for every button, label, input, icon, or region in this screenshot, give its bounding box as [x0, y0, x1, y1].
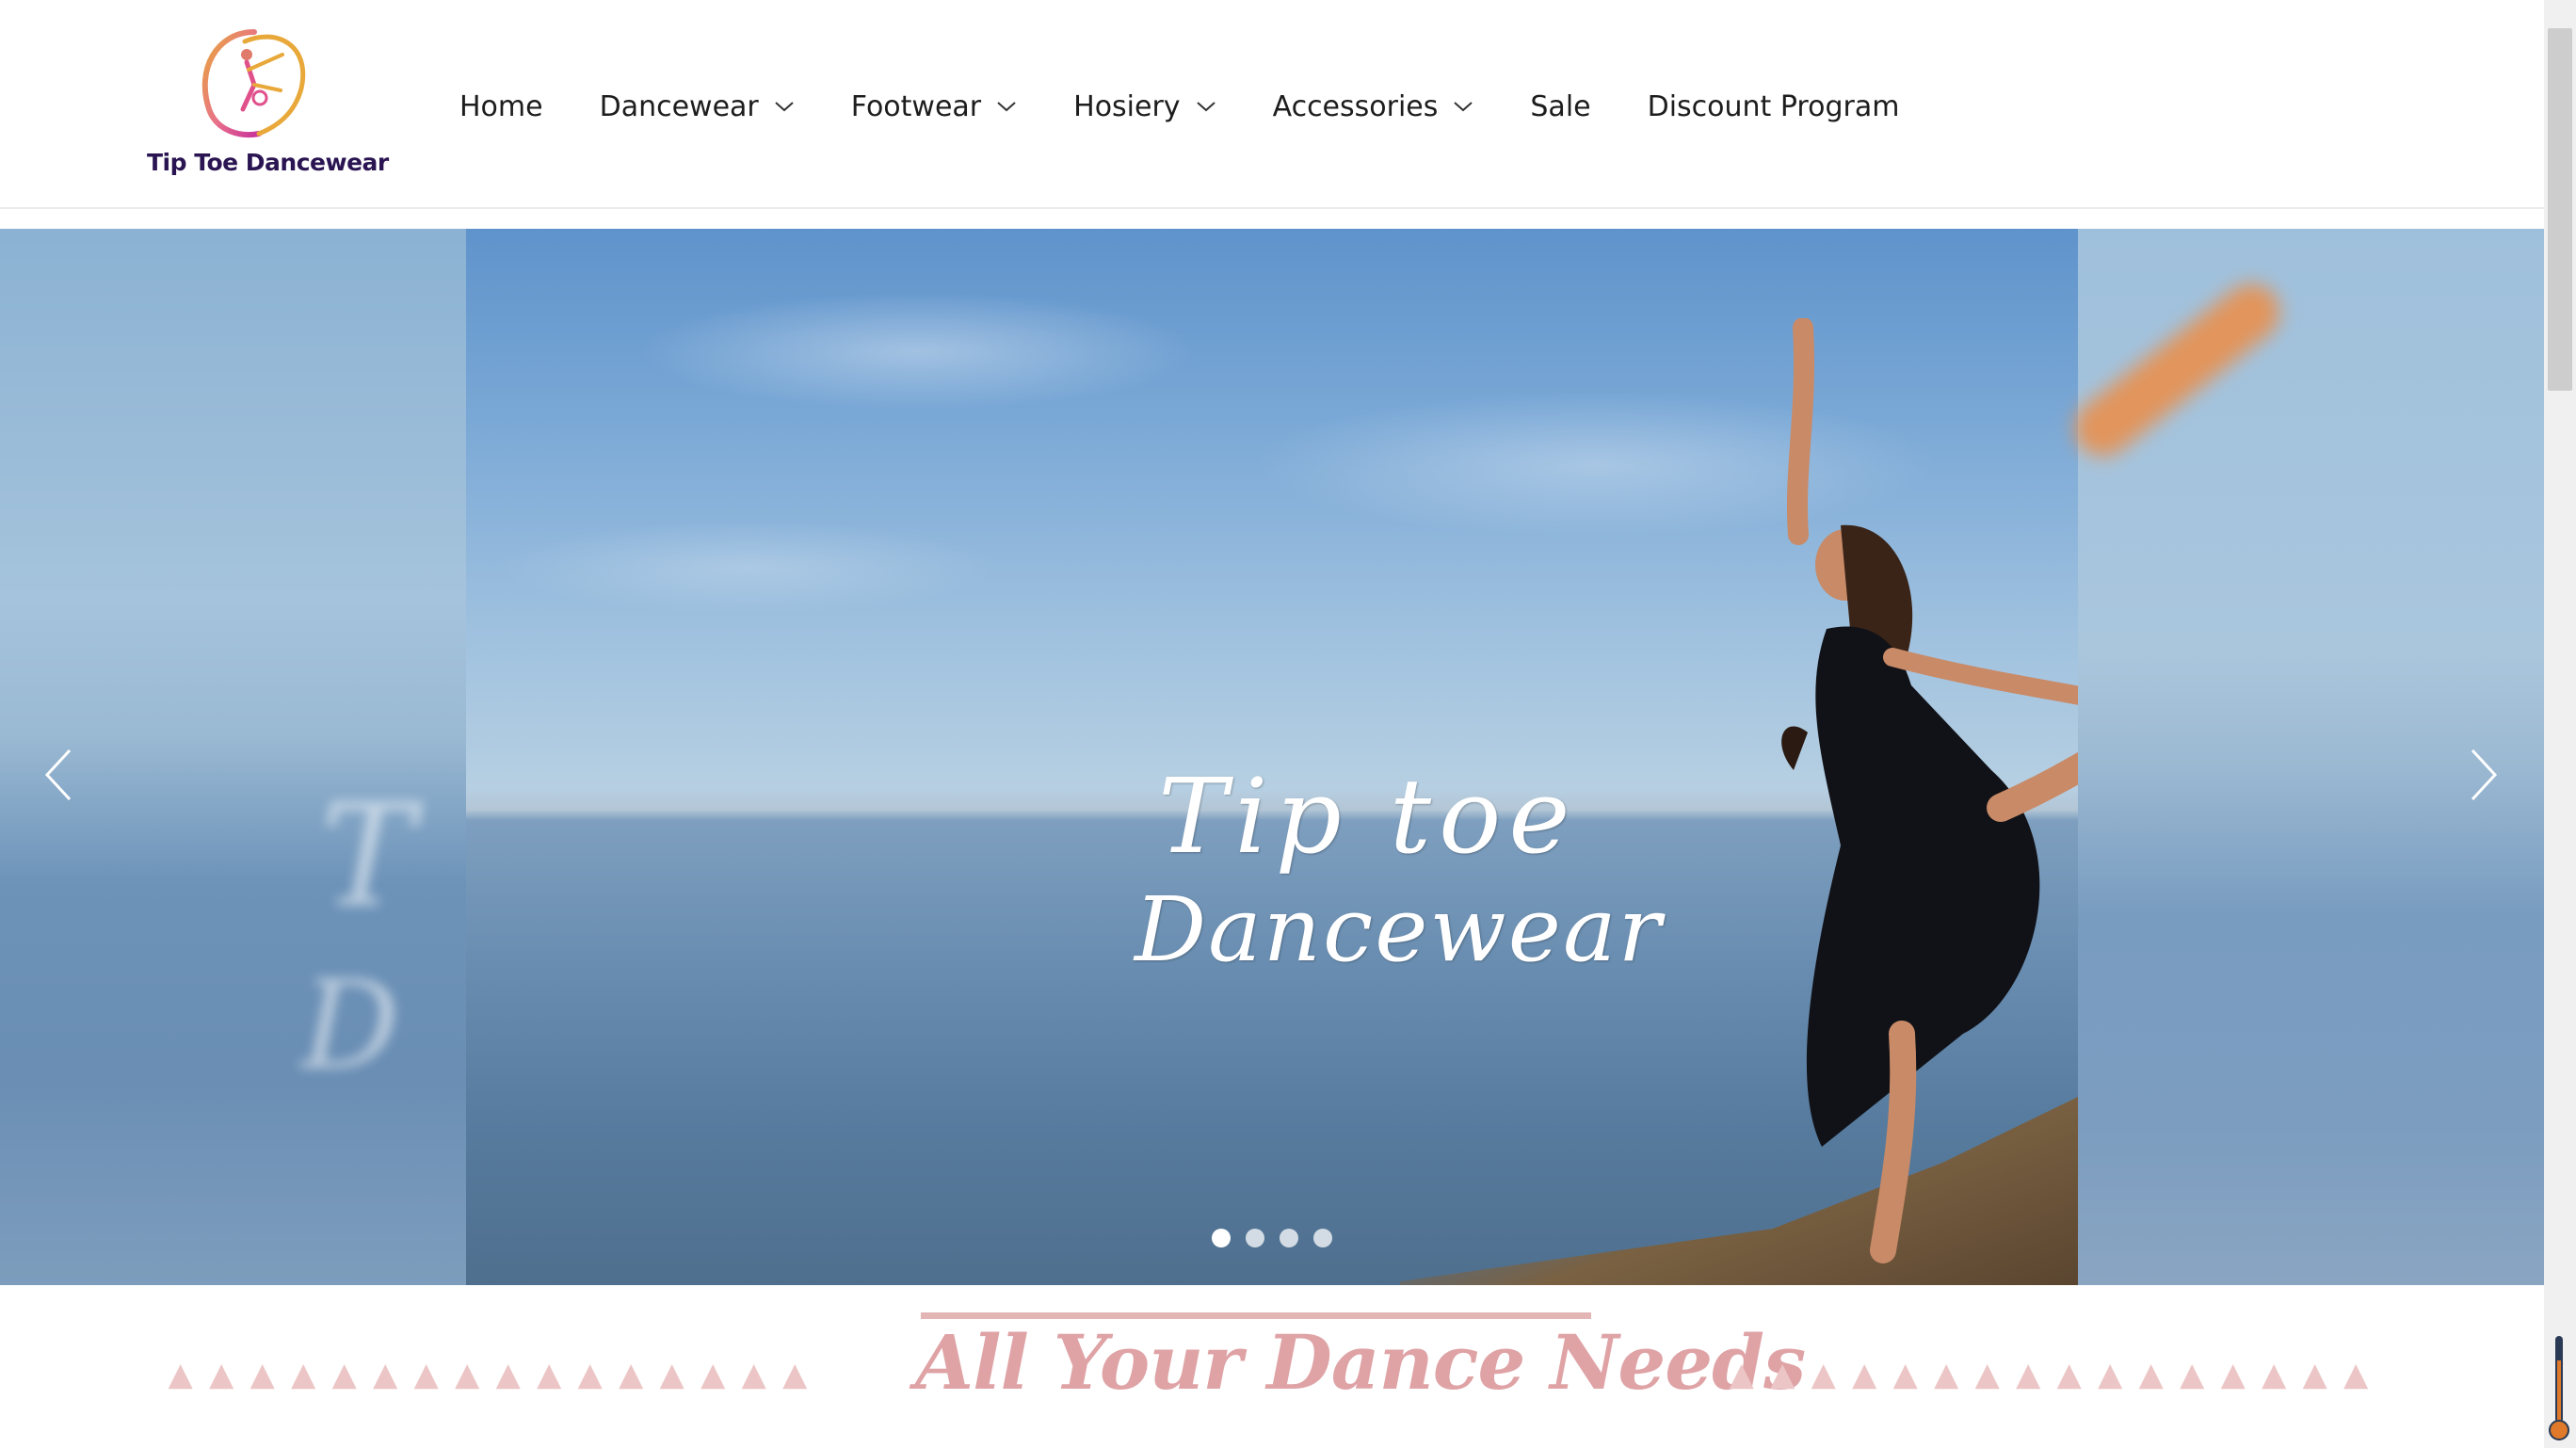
decor-trees-right: ▲ ▲ ▲ ▲ ▲ ▲ ▲ ▲ ▲ ▲ ▲ ▲ ▲ ▲ ▲ ▲: [1729, 1356, 2369, 1393]
nav-item-hosiery[interactable]: Hosiery: [1073, 90, 1216, 123]
slide-dot-3[interactable]: [1280, 1229, 1298, 1247]
site-header: Tip Toe Dancewear Home Dancewear Footwea…: [0, 0, 2544, 209]
decor-trees-left: ▲ ▲ ▲ ▲ ▲ ▲ ▲ ▲ ▲ ▲ ▲ ▲ ▲ ▲ ▲ ▲: [168, 1356, 808, 1393]
hero-title-line1: Tip toe: [1158, 756, 1578, 877]
nav-item-dancewear[interactable]: Dancewear: [600, 90, 795, 123]
ghost-letter: T: [320, 775, 415, 939]
brand-logo[interactable]: Tip Toe Dancewear: [141, 23, 389, 183]
nav-item-discount-program[interactable]: Discount Program: [1648, 90, 1900, 123]
chevron-down-icon: [997, 102, 1016, 112]
slide-dot-2[interactable]: [1246, 1229, 1264, 1247]
scrollbar-thumb[interactable]: [2548, 28, 2572, 391]
nav-item-label: Dancewear: [599, 89, 759, 123]
chevron-right-icon[interactable]: [2457, 737, 2514, 812]
nav-item-accessories[interactable]: Accessories: [1273, 90, 1474, 123]
nav-item-label: Hosiery: [1073, 89, 1181, 123]
hero-slider: T D Tip toe Dancewear: [0, 229, 2544, 1285]
chevron-down-icon: [775, 102, 794, 112]
nav-item-home[interactable]: Home: [459, 90, 543, 123]
main-nav: Home Dancewear Footwear Hosiery Accessor…: [459, 83, 1956, 130]
slide-dot-1[interactable]: [1212, 1229, 1231, 1247]
nav-item-label: Discount Program: [1647, 89, 1900, 123]
slider-pagination: [1212, 1229, 1347, 1247]
nav-item-sale[interactable]: Sale: [1530, 90, 1590, 123]
hero-title-line2: Dancewear: [1135, 878, 1664, 982]
section-tagline: All Your Dance Needs: [915, 1318, 1806, 1407]
chevron-down-icon: [1454, 102, 1473, 112]
logo-emblem-icon: [201, 29, 306, 137]
thermometer-icon: [2549, 1336, 2569, 1440]
hero-image: Tip toe Dancewear: [466, 229, 2241, 1285]
slide-dot-4[interactable]: [1313, 1229, 1332, 1247]
nav-item-footwear[interactable]: Footwear: [851, 90, 1017, 123]
chevron-left-icon[interactable]: [28, 737, 85, 812]
brand-name: Tip Toe Dancewear: [147, 149, 389, 176]
ghost-letter: D: [301, 954, 400, 1097]
page-scrollbar[interactable]: [2544, 0, 2576, 1448]
nav-item-label: Home: [459, 89, 543, 123]
chevron-down-icon: [1196, 102, 1216, 112]
nav-item-label: Accessories: [1272, 89, 1439, 123]
nav-item-label: Sale: [1530, 89, 1591, 123]
nav-item-label: Footwear: [850, 89, 982, 123]
